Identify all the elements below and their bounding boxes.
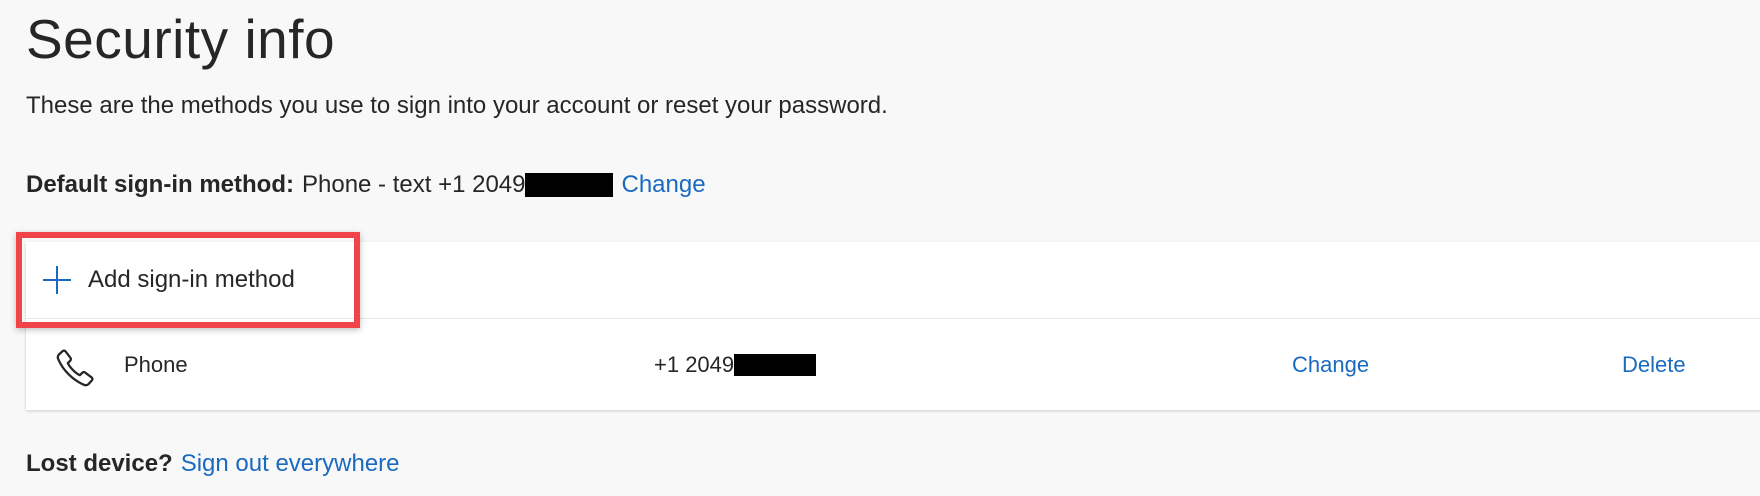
plus-icon	[43, 266, 71, 294]
default-method-value: Phone - text +1 2049	[301, 171, 526, 198]
sign-out-everywhere-link[interactable]: Sign out everywhere	[181, 450, 400, 477]
redaction-bar	[525, 173, 614, 197]
change-method-link[interactable]: Change	[1292, 319, 1369, 410]
default-sign-in-method: Default sign-in method: Phone - text +1 …	[26, 171, 706, 199]
delete-method-link[interactable]: Delete	[1622, 319, 1686, 410]
add-method-row: Add sign-in method	[26, 242, 1760, 319]
add-sign-in-method-button[interactable]: Add sign-in method	[42, 242, 295, 318]
sign-in-methods-card: Add sign-in method Phone +1 2049 Change …	[26, 242, 1760, 410]
change-default-link[interactable]: Change	[621, 171, 705, 199]
lost-device-row: Lost device? Sign out everywhere	[26, 450, 400, 478]
redaction-bar	[734, 353, 817, 376]
add-sign-in-method-label: Add sign-in method	[88, 266, 295, 293]
lost-device-label: Lost device?	[26, 450, 173, 477]
method-phone-number: +1 2049	[654, 351, 735, 377]
method-name: Phone	[124, 351, 188, 377]
method-row-phone: Phone +1 2049 Change Delete	[26, 319, 1760, 410]
method-value: +1 2049	[654, 319, 824, 410]
page-title: Security info	[26, 8, 336, 70]
page-subtitle: These are the methods you use to sign in…	[26, 92, 888, 119]
default-method-label: Default sign-in method:	[26, 171, 294, 198]
phone-icon	[56, 349, 94, 387]
